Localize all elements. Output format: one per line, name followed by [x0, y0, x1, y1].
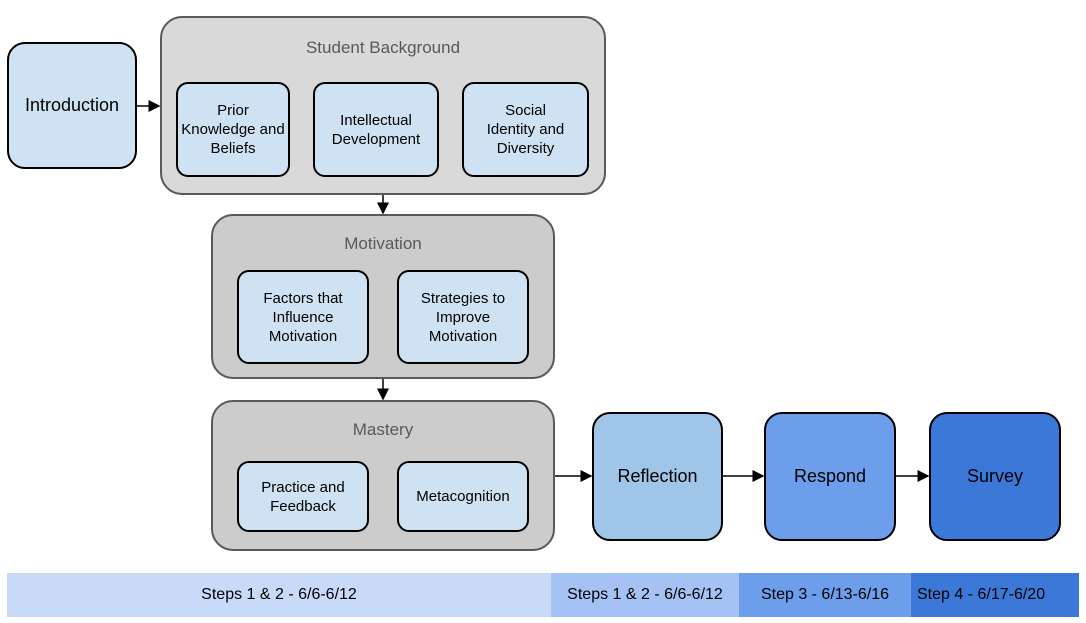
timeline-label: Steps 1 & 2 - 6/6-6/12	[567, 586, 723, 603]
timeline-bar-steps-1-2-b: Steps 1 & 2 - 6/6-6/12	[551, 573, 739, 617]
metacognition-node: Metacognition	[397, 461, 529, 532]
node-label: Social Identity and Diversity	[486, 102, 565, 157]
node-label: Practice and Feedback	[261, 478, 345, 515]
social-identity-node: Social Identity and Diversity	[462, 82, 589, 177]
practice-feedback-node: Practice and Feedback	[237, 461, 369, 532]
introduction-label: Introduction	[24, 95, 120, 115]
timeline-bar-step-3: Step 3 - 6/13-6/16	[739, 573, 911, 617]
node-label: Strategies to Improve Motivation	[420, 289, 506, 345]
node-label: Intellectual Development	[331, 111, 421, 148]
intellectual-development-node: Intellectual Development	[313, 82, 439, 177]
node-label: Respond	[793, 466, 867, 486]
timeline-label: Step 3 - 6/13-6/16	[760, 586, 890, 603]
reflection-node: Reflection	[592, 412, 723, 541]
strategies-motivation-node: Strategies to Improve Motivation	[397, 270, 529, 364]
group-title: Mastery	[352, 420, 414, 439]
timeline-bar-steps-1-2: Steps 1 & 2 - 6/6-6/12	[7, 573, 551, 617]
timeline-label: Steps 1 & 2 - 6/6-6/12	[201, 586, 357, 603]
factors-motivation-node: Factors that Influence Motivation	[237, 270, 369, 364]
respond-node: Respond	[764, 412, 896, 541]
survey-node: Survey	[929, 412, 1061, 541]
node-label: Factors that Influence Motivation	[263, 289, 343, 345]
group-title: Student Background	[305, 38, 461, 57]
prior-knowledge-node: Prior Knowledge and Beliefs	[176, 82, 290, 177]
node-label: Metacognition	[416, 488, 510, 505]
group-title: Motivation	[344, 234, 422, 253]
node-label: Survey	[966, 466, 1024, 486]
node-label: Reflection	[617, 466, 698, 486]
introduction-node: Introduction	[7, 42, 137, 169]
timeline-label: Step 4 - 6/17-6/20	[917, 586, 1046, 603]
timeline-bar-step-4: Step 4 - 6/17-6/20	[911, 573, 1079, 617]
node-label: Prior Knowledge and Beliefs	[181, 102, 285, 157]
